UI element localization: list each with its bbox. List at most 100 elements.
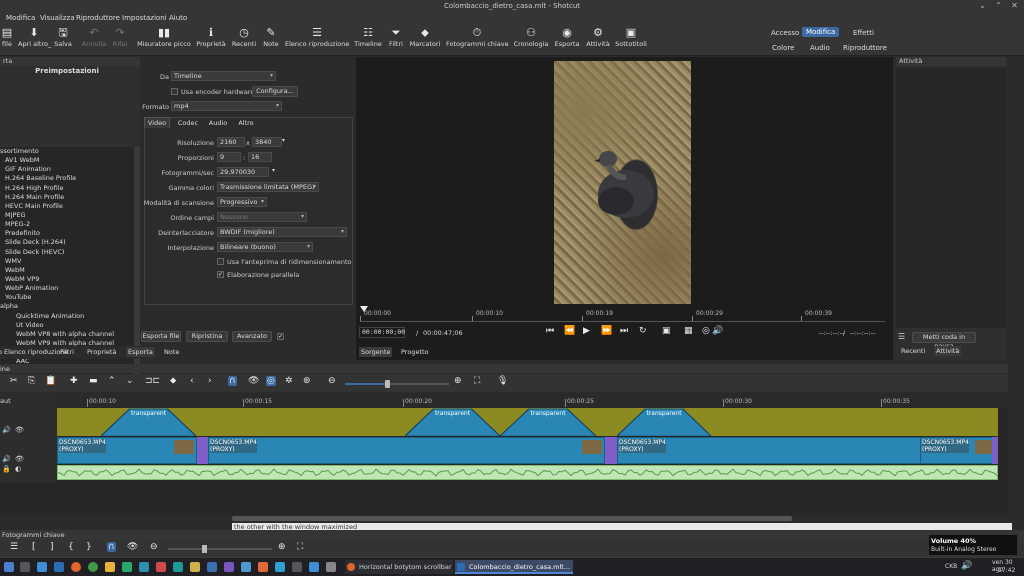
configure-button[interactable]: Configura...: [252, 86, 298, 97]
maximize-icon[interactable]: ⌃: [994, 2, 1003, 10]
preset-item[interactable]: Slide Deck (HEVC): [0, 248, 134, 257]
field-order-select[interactable]: Nessuno: [217, 212, 307, 222]
grid-icon[interactable]: ▦: [684, 326, 693, 336]
zoom-slider-handle[interactable]: [385, 380, 390, 388]
menu-riproduttore[interactable]: Riproduttore: [76, 14, 120, 22]
timeline-scrollbar[interactable]: [0, 515, 1008, 523]
kf-zoom-slider[interactable]: [168, 545, 272, 553]
preset-item[interactable]: Quicktime Animation: [0, 312, 134, 321]
zoom-fit-icon[interactable]: ▣: [662, 326, 671, 336]
advanced-button[interactable]: Avanzato: [232, 331, 272, 342]
mute-icon[interactable]: 🔊: [2, 426, 11, 434]
workspace-icon[interactable]: [20, 562, 30, 572]
export-button[interactable]: ◉ Esporta: [554, 26, 580, 48]
close-icon[interactable]: ✕: [1010, 2, 1019, 10]
zoom-fit-timeline-icon[interactable]: ⛶: [474, 376, 480, 386]
terminal-icon[interactable]: [54, 562, 64, 572]
kf-anim-in-icon[interactable]: {: [68, 542, 74, 552]
preset-item[interactable]: Predefinito: [0, 229, 134, 238]
menu-impostazioni[interactable]: Impostazioni: [122, 14, 167, 22]
menu-visualizza[interactable]: Visualizza: [40, 14, 74, 22]
layout-accesso[interactable]: Accesso: [767, 28, 803, 38]
layout-colore[interactable]: Colore: [768, 43, 798, 53]
preset-item[interactable]: H.264 Baseline Profile: [0, 174, 134, 183]
kf-menu-icon[interactable]: ☰: [10, 542, 18, 552]
file-manager-icon[interactable]: [37, 562, 47, 572]
menu-icon[interactable]: ☰: [898, 332, 905, 341]
properties-button[interactable]: ℹ Proprietà: [195, 26, 227, 48]
tab-altro[interactable]: Altro: [234, 118, 258, 129]
crossfade-transition[interactable]: [197, 437, 208, 464]
lock-icon[interactable]: 🔒: [2, 465, 11, 473]
aspect-width-input[interactable]: 9: [217, 152, 241, 162]
deinterlacer-select[interactable]: BWDIF (migliore): [217, 227, 347, 237]
preset-item[interactable]: WebP Animation: [0, 284, 134, 293]
kf-zoom-handle[interactable]: [202, 545, 207, 553]
menu-modifica[interactable]: Modifica: [6, 14, 35, 22]
app-icon-12[interactable]: [207, 562, 217, 572]
transition-block[interactable]: transparent: [403, 408, 502, 437]
next-marker-icon[interactable]: ›: [208, 376, 212, 386]
transform-icon[interactable]: ◎: [702, 326, 710, 336]
chrome-icon[interactable]: [88, 562, 98, 572]
volume-icon[interactable]: 🔊: [712, 326, 723, 336]
app-icon-10[interactable]: [173, 562, 183, 572]
scrollbar-thumb[interactable]: [232, 516, 792, 521]
scrub-icon[interactable]: 👁: [248, 376, 259, 386]
open-file-button[interactable]: ▤ file: [0, 26, 14, 48]
audio-waveform-track[interactable]: [57, 465, 998, 480]
resolution-height-input[interactable]: 3840: [252, 137, 282, 147]
preset-item[interactable]: WebM VP8 with alpha channel: [0, 330, 134, 339]
tab-filters[interactable]: Filtri: [60, 348, 74, 356]
recent-button[interactable]: ◷ Recenti: [231, 26, 257, 48]
app-icon-14[interactable]: [241, 562, 251, 572]
tab-properties[interactable]: Proprietà: [87, 348, 116, 356]
jobs-button[interactable]: ⚙ Attività: [585, 26, 611, 48]
preset-item[interactable]: WMV: [0, 257, 134, 266]
tab-audio[interactable]: Audio: [205, 118, 231, 129]
gamut-select[interactable]: Trasmissione limitata (MPEG): [217, 182, 319, 192]
ripple-markers-icon[interactable]: ⊛: [303, 376, 311, 386]
clock-time[interactable]: 17:42: [998, 567, 1015, 574]
prev-marker-icon[interactable]: ‹: [190, 376, 194, 386]
layout-riproduttore[interactable]: Riproduttore: [839, 43, 891, 53]
marker-icon[interactable]: ⬥: [170, 376, 176, 386]
menu-aiuto[interactable]: Aiuto: [169, 14, 187, 22]
kf-scrub-icon[interactable]: 👁: [127, 542, 138, 552]
tab-codec[interactable]: Codec: [174, 118, 202, 129]
snap-icon[interactable]: ∩: [228, 376, 237, 386]
preview-scale-checkbox[interactable]: [217, 258, 224, 265]
transition-block[interactable]: transparent: [99, 408, 198, 437]
reset-button[interactable]: Ripristina: [186, 331, 228, 342]
app-icon-6[interactable]: [105, 562, 115, 572]
from-select[interactable]: Timeline: [171, 71, 276, 81]
hide-icon[interactable]: 👁: [15, 426, 24, 434]
app-icon-8[interactable]: [139, 562, 149, 572]
notes-button[interactable]: ✎ Note: [262, 26, 280, 48]
resolution-width-input[interactable]: 2160: [217, 137, 245, 147]
app-icon-18[interactable]: [309, 562, 319, 572]
preset-item[interactable]: MJPEG: [0, 211, 134, 220]
lift-icon[interactable]: ⌃: [108, 376, 116, 386]
app-icon-16[interactable]: [275, 562, 285, 572]
preset-item[interactable]: H.264 Main Profile: [0, 193, 134, 202]
task-shotcut[interactable]: Colombaccio_dietro_casa.mlt...: [455, 560, 573, 574]
tab-export[interactable]: Esporta: [126, 347, 155, 357]
preset-item[interactable]: H.264 High Profile: [0, 184, 134, 193]
preset-item[interactable]: Ut Video: [0, 321, 134, 330]
crossfade-transition[interactable]: [605, 437, 617, 464]
play-icon[interactable]: ▶: [583, 326, 590, 336]
mute-icon-2[interactable]: 🔊: [2, 455, 11, 463]
kf-trim-in-icon[interactable]: [: [32, 542, 36, 552]
keyframes-button[interactable]: ⏱ Fotogrammi chiave: [446, 26, 509, 48]
cut-icon[interactable]: ✂: [10, 376, 18, 386]
scan-mode-select[interactable]: Progressivo: [217, 197, 267, 207]
preset-item[interactable]: ssortimento: [0, 147, 134, 156]
save-button[interactable]: 🖫 Salva: [52, 26, 74, 48]
timeline-ruler[interactable]: 00:00:10 00:00:15 00:00:20 00:00:25 00:00:30…: [57, 393, 1008, 407]
filters-button[interactable]: ⏷ Filtri: [387, 26, 405, 48]
tab-recent[interactable]: Recenti: [901, 347, 925, 355]
append-icon[interactable]: ✚: [70, 376, 78, 386]
history-button[interactable]: ⚇ Cronologia: [513, 26, 549, 48]
app-icon-19[interactable]: [326, 562, 336, 572]
